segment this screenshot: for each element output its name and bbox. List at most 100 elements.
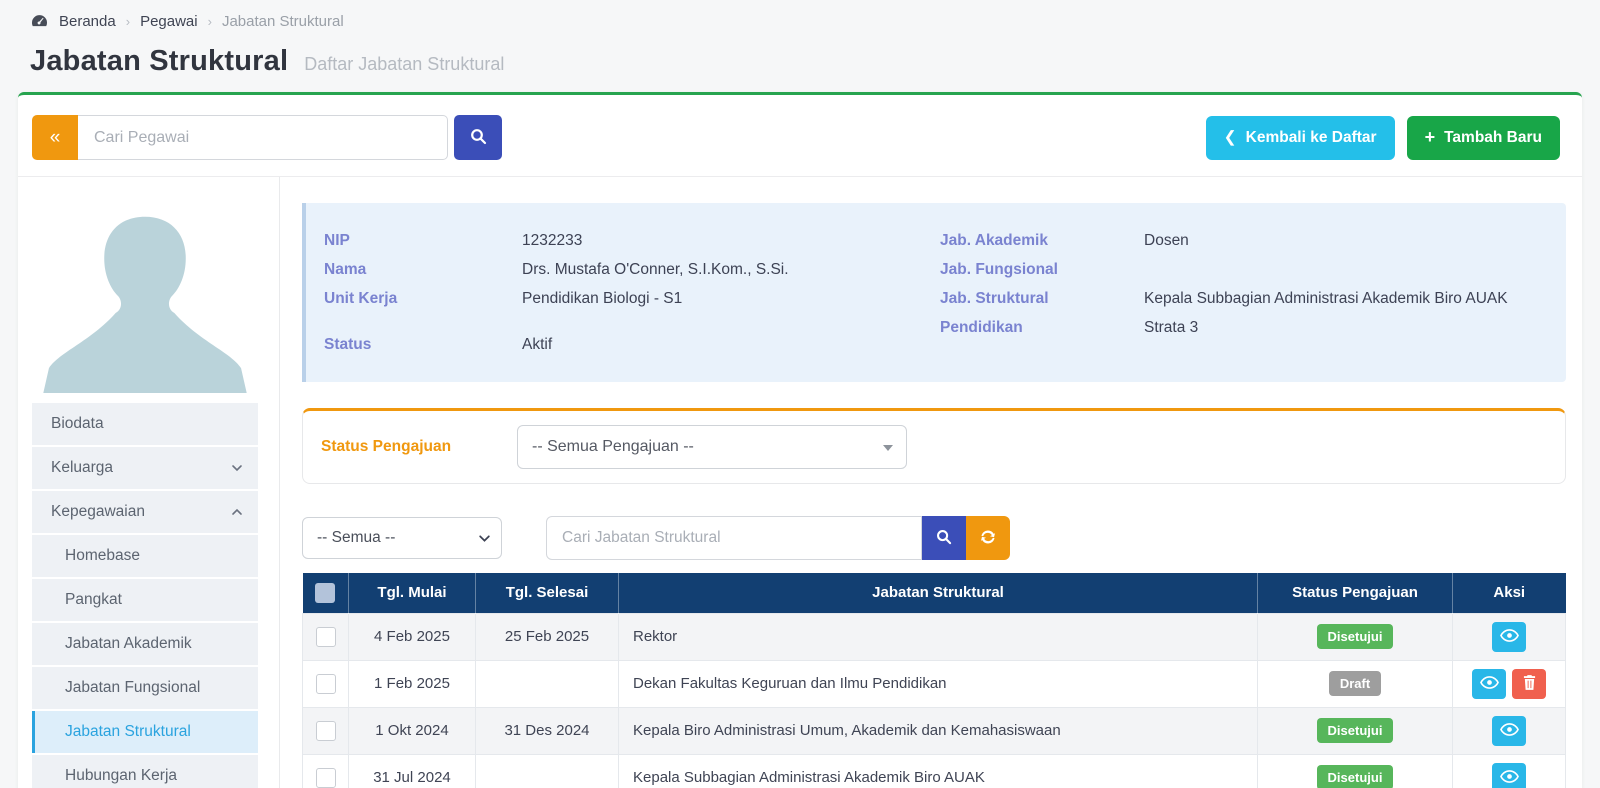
- cell-jabatan: Rektor: [619, 613, 1258, 660]
- status-badge: Draft: [1329, 671, 1381, 696]
- breadcrumb-current: Jabatan Struktural: [222, 13, 344, 30]
- view-button[interactable]: [1492, 763, 1526, 788]
- view-button[interactable]: [1492, 716, 1526, 746]
- nip-value: 1232233: [522, 227, 940, 256]
- cell-jabatan: Dekan Fakultas Keguruan dan Ilmu Pendidi…: [619, 660, 1258, 707]
- status-badge: Disetujui: [1317, 718, 1394, 743]
- sidebar-item-biodata[interactable]: Biodata: [32, 403, 258, 445]
- chevron-down-icon: [231, 462, 244, 475]
- header-tgl-mulai: Tgl. Mulai: [349, 573, 476, 613]
- column-filter-select[interactable]: -- Semua --: [302, 517, 502, 559]
- jab-akademik-label: Jab. Akademik: [940, 227, 1144, 256]
- jabatan-struktural-table: Tgl. Mulai Tgl. Selesai Jabatan Struktur…: [302, 573, 1566, 788]
- main-card: « ❮ Kembali ke Daftar + Tambah Baru: [18, 92, 1582, 788]
- toolbar-actions: ❮ Kembali ke Daftar + Tambah Baru: [1206, 116, 1560, 160]
- unit-kerja-value: Pendidikan Biologi - S1: [522, 285, 940, 314]
- sidebar-item-jabatan-fungsional[interactable]: Jabatan Fungsional: [32, 667, 258, 709]
- breadcrumb-home[interactable]: Beranda: [59, 13, 116, 30]
- sidebar-item-pangkat[interactable]: Pangkat: [32, 579, 258, 621]
- view-button[interactable]: [1472, 669, 1506, 699]
- header-jabatan-struktural: Jabatan Struktural: [619, 573, 1258, 613]
- cell-jabatan: Kepala Biro Administrasi Umum, Akademik …: [619, 707, 1258, 754]
- sidebar-item-label: Kepegawaian: [51, 503, 145, 521]
- collapse-sidebar-button[interactable]: «: [32, 115, 78, 160]
- search-icon: [936, 529, 952, 548]
- back-to-list-button[interactable]: ❮ Kembali ke Daftar: [1206, 116, 1395, 160]
- table-filter-row: -- Semua --: [302, 516, 1566, 560]
- header-status-pengajuan: Status Pengajuan: [1258, 573, 1453, 613]
- jab-struktural-value: Kepala Subbagian Administrasi Akademik B…: [1144, 285, 1552, 314]
- page-title: Jabatan Struktural: [30, 45, 288, 78]
- employee-search-input[interactable]: [78, 115, 448, 160]
- employee-search-button[interactable]: [454, 115, 502, 160]
- jab-akademik-value: Dosen: [1144, 227, 1552, 256]
- page-header: Jabatan Struktural Daftar Jabatan Strukt…: [0, 35, 1600, 92]
- column-filter-select-value: -- Semua --: [317, 529, 395, 547]
- select-all-checkbox[interactable]: [315, 583, 335, 603]
- employee-info-panel: NIP1232233 NamaDrs. Mustafa O'Conner, S.…: [302, 203, 1566, 382]
- sidebar-item-jabatan-akademik[interactable]: Jabatan Akademik: [32, 623, 258, 665]
- sidebar-item-label: Hubungan Kerja: [65, 767, 177, 785]
- table-row: 4 Feb 2025 25 Feb 2025 Rektor Disetujui: [303, 613, 1566, 660]
- breadcrumb-pegawai[interactable]: Pegawai: [140, 13, 198, 30]
- view-button[interactable]: [1492, 622, 1526, 652]
- breadcrumb: Beranda › Pegawai › Jabatan Struktural: [0, 0, 1600, 35]
- status-pengajuan-card: Status Pengajuan -- Semua Pengajuan --: [302, 408, 1566, 484]
- status-badge: Disetujui: [1317, 624, 1394, 649]
- main-pane: NIP1232233 NamaDrs. Mustafa O'Conner, S.…: [280, 177, 1582, 788]
- search-icon: [470, 128, 487, 148]
- status-value: Aktif: [522, 331, 940, 360]
- cell-tgl-selesai: [476, 660, 619, 707]
- sidebar-item-label: Homebase: [65, 547, 140, 565]
- header-aksi: Aksi: [1453, 573, 1566, 613]
- dropdown-caret-icon: [883, 445, 893, 451]
- cell-tgl-selesai: [476, 754, 619, 788]
- sidebar-item-homebase[interactable]: Homebase: [32, 535, 258, 577]
- table-search-group: [546, 516, 1010, 560]
- sidebar-item-label: Jabatan Akademik: [65, 635, 192, 653]
- sidebar-item-label: Pangkat: [65, 591, 122, 609]
- cell-tgl-mulai: 4 Feb 2025: [349, 613, 476, 660]
- row-checkbox[interactable]: [316, 674, 336, 694]
- sidebar-item-kepegawaian[interactable]: Kepegawaian: [32, 491, 258, 533]
- status-pengajuan-select[interactable]: -- Semua Pengajuan --: [517, 425, 907, 469]
- cell-tgl-mulai: 1 Okt 2024: [349, 707, 476, 754]
- refresh-button[interactable]: [966, 516, 1010, 560]
- status-pengajuan-select-value: -- Semua Pengajuan --: [532, 438, 694, 456]
- dashboard-icon: [30, 12, 49, 31]
- cell-jabatan: Kepala Subbagian Administrasi Akademik B…: [619, 754, 1258, 788]
- add-new-button[interactable]: + Tambah Baru: [1407, 116, 1560, 160]
- table-row: 1 Okt 2024 31 Des 2024 Kepala Biro Admin…: [303, 707, 1566, 754]
- table-header-row: Tgl. Mulai Tgl. Selesai Jabatan Struktur…: [303, 573, 1566, 613]
- sidebar-item-jabatan-struktural[interactable]: Jabatan Struktural: [32, 711, 258, 753]
- breadcrumb-separator: ›: [208, 14, 212, 29]
- status-label: Status: [324, 331, 522, 360]
- delete-button[interactable]: [1512, 669, 1546, 699]
- jab-struktural-label: Jab. Struktural: [940, 285, 1144, 314]
- nama-value: Drs. Mustafa O'Conner, S.I.Kom., S.Si.: [522, 256, 940, 285]
- profile-menu: Biodata Keluarga Kepegawaian Homebase: [32, 403, 258, 788]
- refresh-icon: [980, 529, 996, 548]
- sidebar-item-keluarga[interactable]: Keluarga: [32, 447, 258, 489]
- row-checkbox[interactable]: [316, 627, 336, 647]
- row-checkbox[interactable]: [316, 768, 336, 788]
- table-row: 1 Feb 2025 Dekan Fakultas Keguruan dan I…: [303, 660, 1566, 707]
- status-pengajuan-label: Status Pengajuan: [321, 438, 517, 456]
- status-badge: Disetujui: [1317, 765, 1394, 788]
- pendidikan-label: Pendidikan: [940, 314, 1144, 343]
- sidebar-item-hubungan-kerja[interactable]: Hubungan Kerja: [32, 755, 258, 788]
- profile-sidebar: Biodata Keluarga Kepegawaian Homebase: [18, 177, 280, 788]
- table-search-button[interactable]: [922, 516, 966, 560]
- eye-icon: [1500, 629, 1519, 645]
- eye-icon: [1500, 770, 1519, 786]
- add-button-label: Tambah Baru: [1444, 129, 1542, 147]
- employee-search-group: «: [32, 115, 502, 160]
- row-checkbox[interactable]: [316, 721, 336, 741]
- avatar: [32, 203, 258, 393]
- cell-tgl-selesai: 31 Des 2024: [476, 707, 619, 754]
- header-tgl-selesai: Tgl. Selesai: [476, 573, 619, 613]
- eye-icon: [1500, 723, 1519, 739]
- table-search-input[interactable]: [546, 516, 922, 560]
- page-subtitle: Daftar Jabatan Struktural: [304, 54, 504, 75]
- jab-fungsional-label: Jab. Fungsional: [940, 256, 1144, 285]
